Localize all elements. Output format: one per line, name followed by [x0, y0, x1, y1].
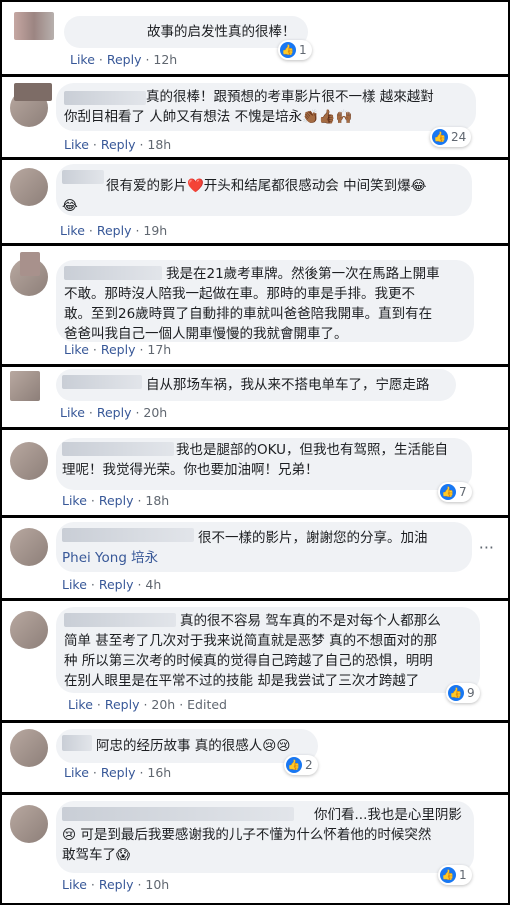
comment-text: 很有爱的影片❤️开头和结尾都很感动会 中间笑到爆😂 😂	[62, 178, 427, 214]
avatar[interactable]	[10, 805, 48, 843]
comment-text: 很不一樣的影片，謝謝您的分享。加油	[198, 530, 428, 546]
comment-item: 你们看...我也是心里阴影 😢 可是到最后我要感谢我的儿子不懂为什么怀着他的时候…	[2, 795, 508, 903]
reply-link[interactable]: Reply	[107, 52, 142, 67]
avatar-overlay	[14, 83, 52, 101]
author-name-redacted[interactable]	[62, 735, 92, 751]
avatar[interactable]	[10, 442, 48, 480]
timestamp[interactable]: 19h	[143, 223, 167, 238]
timestamp[interactable]: 4h	[145, 577, 161, 592]
timestamp[interactable]: 18h	[145, 493, 169, 508]
reaction-count[interactable]: 👍 2	[284, 755, 318, 775]
like-reaction-icon: 👍	[440, 484, 456, 500]
comment-actions: Like · Reply · 17h	[64, 342, 172, 357]
avatar[interactable]	[10, 371, 40, 401]
comment-actions: Like · Reply · 18h	[62, 493, 170, 508]
timestamp[interactable]: 10h	[145, 877, 169, 892]
reaction-count[interactable]: 👍 1	[438, 865, 472, 885]
comment-text: 我是在21歲考車牌。然後第一次在馬路上開車 不敢。那時沒人陪我一起做在車。那時的…	[64, 266, 440, 342]
mention-link[interactable]: Phei Yong 培永	[62, 548, 158, 568]
comment-text: 真的很不容易 驾车真的不是对每个人都那么 简单 甚至考了几次对于我来说简直就是恶…	[64, 613, 441, 689]
timestamp[interactable]: 17h	[147, 342, 171, 357]
comment-item: 真的很棒！跟預想的考車影片很不一樣 越來越對 你刮目相看了 人帥又有想法 不愧是…	[2, 77, 508, 157]
reply-link[interactable]: Reply	[101, 137, 136, 152]
comment-item: 我也是腿部的OKU，但我也有驾照，生活能自 理呢！我觉得光荣。你也要加油啊！兄弟…	[2, 430, 508, 515]
like-reaction-icon: 👍	[440, 867, 456, 883]
avatar[interactable]	[10, 611, 48, 649]
reaction-count[interactable]: 👍 24	[430, 127, 472, 147]
comment-actions: Like · Reply · 18h	[64, 137, 172, 152]
timestamp[interactable]: 18h	[147, 137, 171, 152]
edited-label: Edited	[187, 697, 227, 712]
reply-link[interactable]: Reply	[97, 223, 132, 238]
author-name-redacted[interactable]	[62, 528, 194, 542]
like-link[interactable]: Like	[64, 765, 89, 780]
reply-link[interactable]: Reply	[101, 765, 136, 780]
comment-text: 真的很棒！跟預想的考車影片很不一樣 越來越對 你刮目相看了 人帥又有想法 不愧是…	[64, 89, 434, 125]
like-link[interactable]: Like	[60, 223, 85, 238]
comment-actions: Like · Reply · 4h	[62, 577, 162, 592]
comment-actions: Like · Reply · 20h · Edited	[68, 697, 227, 712]
comment-item: 我是在21歲考車牌。然後第一次在馬路上開車 不敢。那時沒人陪我一起做在車。那時的…	[2, 246, 508, 364]
comment-actions: Like · Reply · 19h	[60, 223, 168, 238]
comment-actions: Like · Reply · 20h	[60, 405, 168, 420]
avatar[interactable]	[10, 528, 48, 566]
author-name-redacted[interactable]	[62, 375, 142, 389]
like-link[interactable]: Like	[68, 697, 93, 712]
reply-link[interactable]: Reply	[101, 342, 136, 357]
like-reaction-icon: 👍	[280, 42, 296, 58]
like-link[interactable]: Like	[62, 877, 87, 892]
comment-text: 自从那场车祸，我从来不搭电单车了，宁愿走路	[146, 377, 430, 393]
like-link[interactable]: Like	[62, 493, 87, 508]
reply-link[interactable]: Reply	[99, 877, 134, 892]
avatar[interactable]	[10, 729, 48, 767]
comment-text: 阿忠的经历故事 真的很感人😢😢	[96, 738, 291, 754]
comment-item: 很不一樣的影片，謝謝您的分享。加油 Phei Yong 培永 ··· Like …	[2, 518, 508, 598]
like-link[interactable]: Like	[64, 137, 89, 152]
reaction-count[interactable]: 👍 7	[438, 482, 472, 502]
reply-link[interactable]: Reply	[99, 577, 134, 592]
reaction-count[interactable]: 👍 9	[446, 683, 480, 703]
reply-link[interactable]: Reply	[99, 493, 134, 508]
comment-item: 阿忠的经历故事 真的很感人😢😢 👍 2 Like · Reply · 16h	[2, 723, 508, 792]
like-reaction-icon: 👍	[448, 685, 464, 701]
comments-panel: 故事的启发性真的很棒！ 👍 1 Like · Reply · 12h 真的很棒！跟…	[2, 2, 508, 903]
like-reaction-icon: 👍	[432, 129, 448, 145]
avatar[interactable]	[14, 12, 54, 40]
comment-item: 很有爱的影片❤️开头和结尾都很感动会 中间笑到爆😂 😂 Like · Reply…	[2, 160, 508, 243]
reply-link[interactable]: Reply	[105, 697, 140, 712]
comment-actions: Like · Reply · 12h	[70, 52, 178, 67]
timestamp[interactable]: 20h	[151, 697, 175, 712]
comment-item: 自从那场车祸，我从来不搭电单车了，宁愿走路 Like · Reply · 20h	[2, 367, 508, 427]
avatar-overlay	[20, 252, 40, 276]
like-link[interactable]: Like	[64, 342, 89, 357]
reply-link[interactable]: Reply	[97, 405, 132, 420]
like-link[interactable]: Like	[70, 52, 95, 67]
comment-actions: Like · Reply · 10h	[62, 877, 170, 892]
like-link[interactable]: Like	[60, 405, 85, 420]
comment-item: 故事的启发性真的很棒！ 👍 1 Like · Reply · 12h	[2, 2, 508, 74]
like-link[interactable]: Like	[62, 577, 87, 592]
like-reaction-icon: 👍	[286, 757, 302, 773]
comment-text: 你们看...我也是心里阴影 😢 可是到最后我要感谢我的儿子不懂为什么怀着他的时候…	[62, 807, 462, 863]
more-options-icon[interactable]: ···	[479, 538, 494, 557]
reaction-count[interactable]: 👍 1	[278, 40, 312, 60]
comment-text: 故事的启发性真的很棒！	[147, 24, 296, 40]
comment-actions: Like · Reply · 16h	[64, 765, 172, 780]
comment-text: 我也是腿部的OKU，但我也有驾照，生活能自 理呢！我觉得光荣。你也要加油啊！兄弟…	[62, 442, 448, 478]
timestamp[interactable]: 20h	[143, 405, 167, 420]
comment-item: 真的很不容易 驾车真的不是对每个人都那么 简单 甚至考了几次对于我来说简直就是恶…	[2, 601, 508, 720]
avatar[interactable]	[10, 168, 48, 206]
timestamp[interactable]: 16h	[147, 765, 171, 780]
timestamp[interactable]: 12h	[153, 52, 177, 67]
